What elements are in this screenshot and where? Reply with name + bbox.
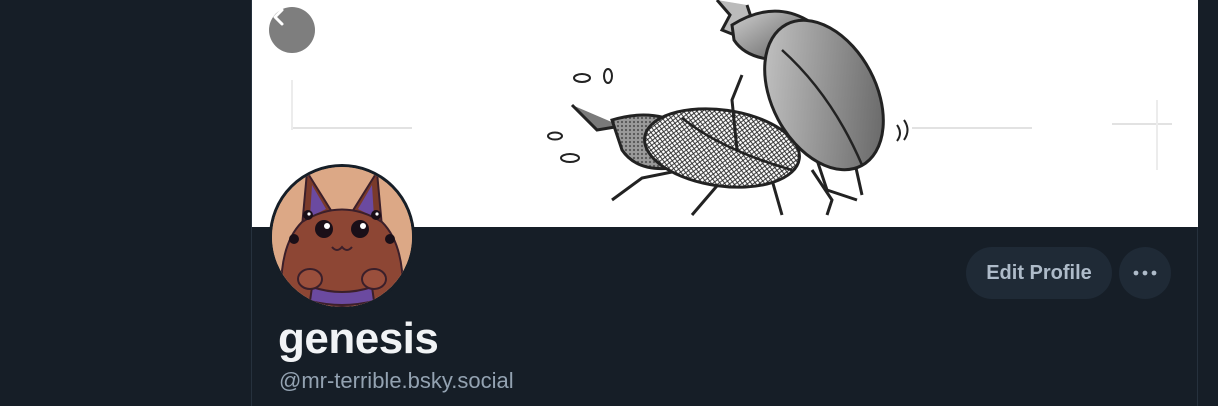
back-button[interactable]: [269, 7, 315, 53]
user-handle: @mr-terrible.bsky.social: [279, 368, 514, 393]
profile-avatar[interactable]: [269, 164, 415, 310]
left-gutter: [0, 0, 251, 406]
ellipsis-icon: [1133, 270, 1157, 276]
edit-profile-button[interactable]: Edit Profile: [966, 247, 1112, 299]
display-name: genesis: [278, 314, 439, 363]
avatar-creature-illustration: [272, 167, 412, 307]
chevron-left-icon: [273, 8, 284, 26]
more-options-button[interactable]: [1119, 247, 1171, 299]
profile-column: Edit Profile genesis @mr-terrible.bsky.s…: [251, 0, 1198, 406]
